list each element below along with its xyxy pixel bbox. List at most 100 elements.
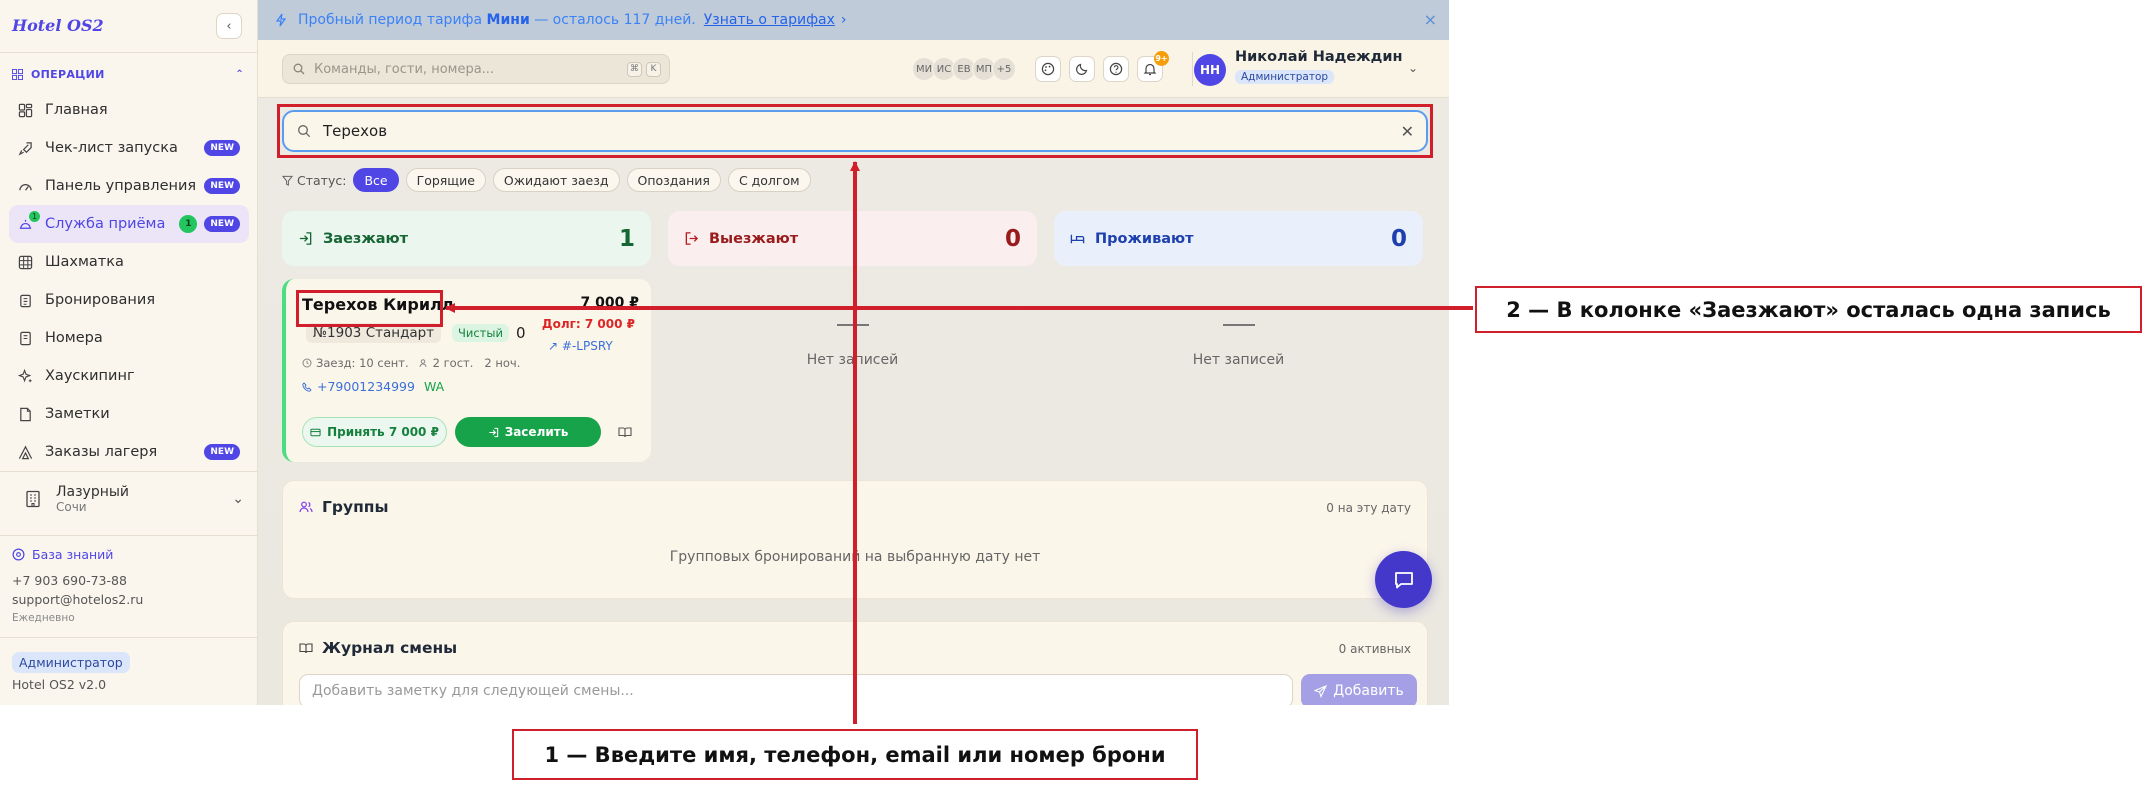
stat-label: Выезжают xyxy=(709,230,799,247)
phone-number: +79001234999 xyxy=(317,379,415,394)
support-email[interactable]: support@hotelos2.ru xyxy=(12,592,143,607)
reservation-link[interactable]: ↗ #-LPSRY xyxy=(548,339,613,353)
booking-meta: Заезд: 10 сент. 2 гост. 2 ноч. xyxy=(302,356,520,370)
shift-journal-panel: Журнал смены 0 активных Добавить заметку… xyxy=(282,621,1428,705)
note-icon xyxy=(20,407,31,421)
chevron-down-icon[interactable]: ⌄ xyxy=(1408,61,1418,75)
section-operations-header[interactable]: ОПЕРАЦИИ ⌃ xyxy=(12,68,244,81)
gauge-icon xyxy=(19,183,32,191)
stat-arriving[interactable]: Заезжают 1 xyxy=(282,211,651,266)
sidebar-item-launch-checklist[interactable]: Чек-лист запуска NEW xyxy=(9,129,249,167)
new-badge: NEW xyxy=(204,178,240,194)
banner-text-pre: Пробный период тарифа xyxy=(298,12,483,28)
callout-step-1: 1 — Введите имя, телефон, email или номе… xyxy=(512,729,1198,780)
grid-icon xyxy=(12,69,23,80)
room-counter: 0 xyxy=(516,324,526,342)
theme-palette-button[interactable] xyxy=(1035,56,1061,82)
clock-icon xyxy=(302,358,312,368)
tent-icon xyxy=(18,445,33,459)
sidebar-item-front-desk[interactable]: 1 Служба приёма 1 NEW xyxy=(9,205,249,243)
sidebar-item-label: Бронирования xyxy=(45,292,156,308)
highlight-search xyxy=(277,104,1433,158)
hotel-city: Сочи xyxy=(56,500,87,514)
sidebar-item-label: Номера xyxy=(45,330,103,346)
whatsapp-link[interactable]: WA xyxy=(424,379,444,394)
user-name[interactable]: Николай Надеждин xyxy=(1235,49,1403,65)
stat-departing[interactable]: Выезжают 0 xyxy=(668,211,1037,266)
add-note-button[interactable]: Добавить xyxy=(1301,674,1417,705)
sidebar-item-housekeeping[interactable]: Хаускипинг xyxy=(9,357,249,395)
booking-price: 7 000 ₽ xyxy=(580,295,639,311)
count-badge: 1 xyxy=(179,215,198,233)
log-in-icon xyxy=(299,232,312,245)
sidebar-item-label: Заметки xyxy=(45,406,110,422)
filter-chip-urgent[interactable]: Горящие xyxy=(405,168,486,192)
knowledge-base-link[interactable]: База знаний xyxy=(12,547,113,562)
sidebar-item-label: Шахматка xyxy=(45,254,124,270)
check-in-label: Заселить xyxy=(504,425,569,439)
new-badge: NEW xyxy=(204,444,240,460)
knowledge-base-label: База знаний xyxy=(32,547,114,562)
sidebar-item-camp-orders[interactable]: Заказы лагеря NEW xyxy=(9,433,249,471)
groups-empty-text: Групповых бронирований на выбранную дату… xyxy=(669,549,1041,565)
moon-icon xyxy=(1076,63,1088,75)
credit-card-icon xyxy=(310,428,321,436)
groups-panel: Группы 0 на эту дату Групповых бронирова… xyxy=(282,480,1428,599)
stat-value: 0 xyxy=(1390,225,1407,252)
sidebar-item-room-grid[interactable]: Шахматка xyxy=(9,243,249,281)
divider xyxy=(0,471,258,472)
chat-icon xyxy=(1394,571,1413,588)
screenshot-stage: Hotel OS2 ‹ ОПЕРАЦИИ ⌃ Главная Чек-лист … xyxy=(0,0,2149,799)
chat-fab-button[interactable] xyxy=(1375,551,1432,608)
dark-mode-toggle[interactable] xyxy=(1069,56,1095,82)
support-hours: Ежедневно xyxy=(12,612,75,624)
shift-note-input[interactable]: Добавить заметку для следующей смены... xyxy=(299,674,1293,705)
user-role-badge: Администратор xyxy=(1235,70,1335,84)
sidebar-item-bookings[interactable]: Бронирования xyxy=(9,281,249,319)
notifications-button[interactable]: 9+ xyxy=(1137,51,1169,82)
status-filters: Статус: Все Горящие Ожидают заезд Опозда… xyxy=(282,168,811,192)
filter-chip-debt[interactable]: С долгом xyxy=(727,168,811,192)
book-open-icon[interactable] xyxy=(618,425,632,439)
log-out-icon xyxy=(685,232,699,245)
chevron-down-icon: ⌄ xyxy=(232,491,244,507)
empty-text: Нет записей xyxy=(806,352,899,368)
hotel-switcher[interactable]: Лазурный Сочи ⌄ xyxy=(24,484,244,514)
help-button[interactable] xyxy=(1103,56,1129,82)
tariffs-link[interactable]: Узнать о тарифах xyxy=(704,12,835,28)
support-phone[interactable]: +7 903 690-73-88 xyxy=(12,573,127,588)
command-search-input[interactable]: Команды, гости, номера... ⌘ K xyxy=(282,54,670,84)
guest-count: 2 гост. xyxy=(432,356,474,370)
groups-title: Группы xyxy=(299,498,389,516)
close-banner-button[interactable]: × xyxy=(1424,10,1437,29)
check-in-button[interactable]: Заселить xyxy=(455,417,601,447)
filter-chip-all[interactable]: Все xyxy=(353,168,399,192)
sidebar-item-control-panel[interactable]: Панель управления NEW xyxy=(9,167,249,205)
accept-payment-button[interactable]: Принять 7 000 ₽ xyxy=(302,417,447,447)
chevron-up-icon: ⌃ xyxy=(235,69,244,80)
bed-icon xyxy=(1070,234,1085,244)
filter-chip-awaiting[interactable]: Ожидают заезд xyxy=(492,168,620,192)
more-users-avatar[interactable]: +5 xyxy=(992,57,1016,81)
rocket-icon xyxy=(18,141,32,155)
sidebar-item-label: Чек-лист запуска xyxy=(45,140,178,156)
banner-plan: Мини xyxy=(486,12,530,28)
shift-active-count: 0 активных xyxy=(1338,642,1411,656)
user-avatar[interactable]: НН xyxy=(1194,54,1226,86)
sidebar-item-home[interactable]: Главная xyxy=(9,91,249,129)
app-logo[interactable]: Hotel OS2 xyxy=(12,16,104,35)
sidebar-item-rooms[interactable]: Номера xyxy=(9,319,249,357)
empty-dash xyxy=(1222,324,1255,326)
filter-chip-late[interactable]: Опоздания xyxy=(626,168,721,192)
notification-count-badge: 9+ xyxy=(1154,51,1169,66)
collapse-sidebar-button[interactable]: ‹ xyxy=(216,13,242,39)
stat-staying[interactable]: Проживают 0 xyxy=(1054,211,1423,266)
sidebar-item-notes[interactable]: Заметки xyxy=(9,395,249,433)
stat-value: 0 xyxy=(1004,225,1021,252)
shift-note-placeholder: Добавить заметку для следующей смены... xyxy=(312,683,634,699)
sidebar-item-label: Хаускипинг xyxy=(45,368,135,384)
online-users[interactable]: МИ ИС ЕВ МП +5 xyxy=(912,57,1016,81)
book-open-icon xyxy=(299,643,313,654)
guest-phone[interactable]: +79001234999 WA xyxy=(302,379,444,394)
add-note-label: Добавить xyxy=(1333,683,1404,699)
